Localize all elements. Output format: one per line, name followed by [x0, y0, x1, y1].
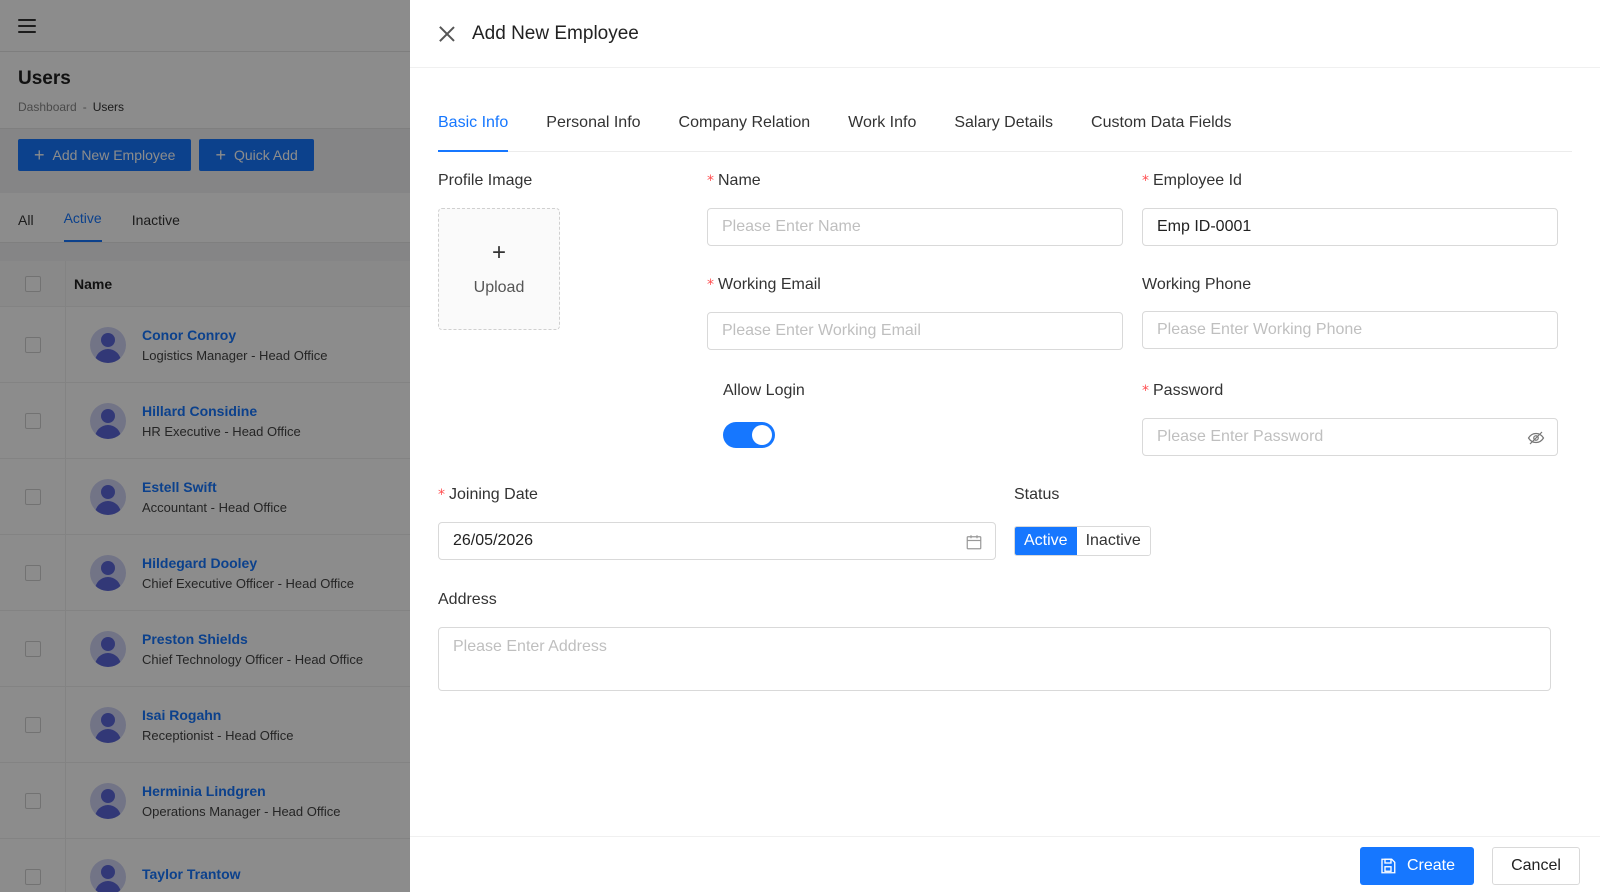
- required-mark: *: [438, 487, 445, 503]
- working-phone-label: Working Phone: [1142, 276, 1252, 293]
- name-label: * Name: [707, 172, 761, 190]
- joining-date-value: 26/05/2026: [453, 532, 534, 549]
- employee-id-label: * Employee Id: [1142, 172, 1242, 190]
- required-mark: *: [707, 277, 714, 293]
- address-label: Address: [438, 591, 497, 608]
- address-placeholder: Please Enter Address: [453, 638, 607, 655]
- working-email-placeholder: Please Enter Working Email: [722, 322, 921, 339]
- tab-work-info[interactable]: Work Info: [848, 108, 916, 152]
- required-mark: *: [707, 173, 714, 189]
- password-label-text: Password: [1153, 382, 1224, 399]
- address-textarea[interactable]: Please Enter Address: [438, 627, 1551, 691]
- password-label: * Password: [1142, 382, 1223, 400]
- joining-date-label: * Joining Date: [438, 486, 538, 504]
- drawer-footer: Create Cancel: [410, 836, 1600, 892]
- tab-basic-info[interactable]: Basic Info: [438, 108, 509, 152]
- required-mark: *: [1142, 383, 1149, 399]
- working-email-label-text: Working Email: [718, 276, 821, 293]
- calendar-icon: [966, 535, 982, 550]
- required-mark: *: [1142, 173, 1149, 189]
- status-active-option[interactable]: Active: [1015, 527, 1077, 555]
- joining-date-label-text: Joining Date: [449, 486, 538, 503]
- drawer-title: Add New Employee: [472, 22, 639, 44]
- working-email-input[interactable]: Please Enter Working Email: [707, 312, 1123, 350]
- employee-id-value: Emp ID-0001: [1157, 218, 1252, 235]
- status-inactive-option[interactable]: Inactive: [1076, 527, 1150, 555]
- allow-login-toggle[interactable]: [723, 422, 775, 448]
- upload-label: Upload: [473, 279, 525, 296]
- status-label: Status: [1014, 486, 1060, 503]
- employee-id-input[interactable]: Emp ID-0001: [1142, 208, 1558, 246]
- save-icon: [1381, 858, 1396, 874]
- working-phone-input[interactable]: Please Enter Working Phone: [1142, 311, 1558, 349]
- joining-date-picker[interactable]: 26/05/2026: [438, 522, 996, 560]
- working-phone-placeholder: Please Enter Working Phone: [1157, 321, 1363, 338]
- password-placeholder: Please Enter Password: [1157, 428, 1324, 445]
- plus-icon: +: [491, 239, 506, 266]
- tab-company-relation[interactable]: Company Relation: [679, 108, 811, 152]
- close-icon[interactable]: [438, 25, 456, 43]
- add-employee-drawer: Add New Employee Basic Info Personal Inf…: [410, 0, 1600, 892]
- employee-id-label-text: Employee Id: [1153, 172, 1242, 189]
- toggle-knob: [752, 425, 772, 445]
- name-label-text: Name: [718, 172, 761, 189]
- form-tabs: Basic Info Personal Info Company Relatio…: [438, 108, 1572, 152]
- drawer-header: Add New Employee: [410, 0, 1600, 68]
- working-email-label: * Working Email: [707, 276, 821, 294]
- profile-image-label: Profile Image: [438, 172, 533, 189]
- name-placeholder: Please Enter Name: [722, 218, 861, 235]
- allow-login-label: Allow Login: [723, 382, 805, 399]
- eye-invisible-icon[interactable]: [1527, 429, 1545, 447]
- tab-custom-data-fields[interactable]: Custom Data Fields: [1091, 108, 1232, 152]
- create-label: Create: [1406, 857, 1456, 874]
- cancel-button[interactable]: Cancel: [1492, 847, 1580, 885]
- status-segmented-control: Active Inactive: [1014, 526, 1151, 556]
- modal-overlay[interactable]: [0, 0, 420, 892]
- tab-salary-details[interactable]: Salary Details: [954, 108, 1053, 152]
- name-input[interactable]: Please Enter Name: [707, 208, 1123, 246]
- create-button[interactable]: Create: [1360, 847, 1474, 885]
- password-input[interactable]: Please Enter Password: [1142, 418, 1558, 456]
- tab-personal-info[interactable]: Personal Info: [546, 108, 640, 152]
- profile-image-upload[interactable]: + Upload: [438, 208, 560, 330]
